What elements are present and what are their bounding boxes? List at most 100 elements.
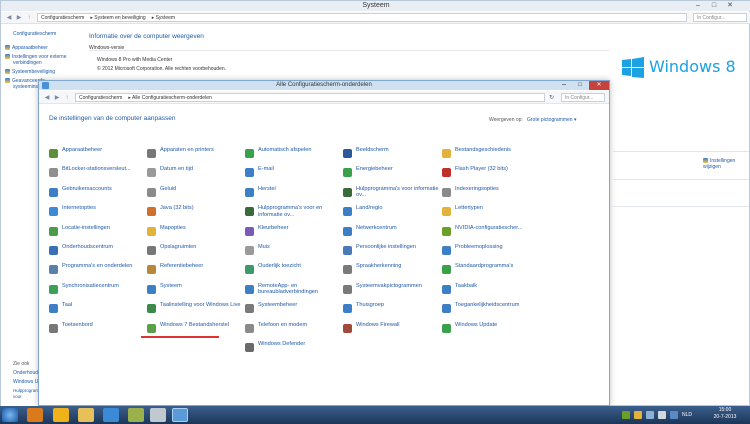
cp-item[interactable]: Apparaatbeheer — [49, 147, 145, 161]
cp-item[interactable]: Locatie-instellingen — [49, 225, 145, 239]
close-button[interactable]: ✕ — [723, 1, 737, 10]
search-input[interactable]: In Configur... — [693, 13, 747, 22]
control-panel-taskbar-icon[interactable] — [172, 408, 188, 422]
maximize-button[interactable]: □ — [707, 1, 721, 10]
cp-item[interactable]: Synchronisatiecentrum — [49, 283, 145, 297]
back-arrow-icon[interactable]: ◀ — [43, 94, 51, 102]
cp-item[interactable]: Windows Update — [442, 322, 538, 336]
cp-item[interactable]: Apparaten en printers — [147, 147, 243, 161]
cp-item[interactable]: E-mail — [245, 166, 341, 180]
cp-item[interactable]: Muis — [245, 244, 341, 258]
cp-item[interactable]: Lettertypen — [442, 205, 538, 219]
cp-item[interactable]: Taakbalk — [442, 283, 538, 297]
cp-item[interactable]: Persoonlijke instellingen — [343, 244, 439, 258]
sidebar-home-link[interactable]: Configuratiescherm — [13, 31, 56, 37]
back-arrow-icon[interactable]: ◀ — [5, 14, 13, 22]
cp-item[interactable]: Telefoon en modem — [245, 322, 341, 336]
cp-item[interactable]: Beeldscherm — [343, 147, 439, 161]
file-explorer-icon[interactable] — [53, 408, 69, 422]
app-icon[interactable] — [128, 408, 144, 422]
app-icon[interactable] — [103, 408, 119, 422]
volume-tray-icon[interactable] — [658, 411, 666, 419]
folder-options-icon — [147, 226, 156, 236]
cp-item[interactable]: BitLocker-stationsversleut... — [49, 166, 145, 180]
up-arrow-icon[interactable]: ↑ — [25, 14, 33, 22]
cp-item[interactable]: Gebruikersaccounts — [49, 186, 145, 200]
start-button-icon[interactable] — [2, 408, 18, 422]
cp-item[interactable]: Hulpprogramma's voor informatie ov... — [343, 186, 439, 200]
nvidia-tray-icon[interactable] — [622, 411, 630, 419]
cp-item[interactable]: NVIDIA-configuratiescher... — [442, 225, 538, 239]
parental-controls-icon — [245, 265, 254, 275]
breadcrumb-item[interactable]: Configuratiescherm — [41, 15, 84, 21]
see-also-performance[interactable]: Hulpprogramma's voor prestatie-informati… — [13, 388, 39, 400]
cp-item[interactable]: Mapopties — [147, 225, 243, 239]
cp-item[interactable]: Flash Player (32 bits) — [442, 166, 538, 180]
sidebar-item-system-protection[interactable]: Systeembeveiliging — [5, 69, 55, 75]
cp-item[interactable]: Probleemoplossing — [442, 244, 538, 258]
tray-icon[interactable] — [670, 411, 678, 419]
cp-item[interactable]: Taal — [49, 302, 145, 316]
cp-item[interactable]: Bestandsgeschiedenis — [442, 147, 538, 161]
cp-item[interactable]: Energiebeheer — [343, 166, 439, 180]
network-tray-icon[interactable] — [646, 411, 654, 419]
cp-item[interactable]: Windows Defender — [245, 341, 341, 355]
cp-item[interactable]: Hulpprogramma's voor en informatie ov... — [245, 205, 341, 219]
cp-item[interactable]: Windows Firewall — [343, 322, 439, 336]
cp-item[interactable]: Referentiebeheer — [147, 263, 243, 277]
breadcrumb-item[interactable]: Alle Configuratiescherm-onderdelen — [132, 95, 212, 101]
cp-item[interactable]: Geluid — [147, 186, 243, 200]
cp-item-label: Windows Firewall — [356, 321, 400, 328]
minimize-button[interactable]: – — [557, 81, 571, 90]
cp-item[interactable]: Ouderlijk toezicht — [245, 263, 341, 277]
cp-item[interactable]: Spraakherkenning — [343, 263, 439, 277]
tray-icon[interactable] — [634, 411, 642, 419]
app-icon[interactable] — [150, 408, 166, 422]
clock[interactable]: 15:00 20-7-2013 — [702, 407, 748, 423]
breadcrumb[interactable]: Configuratiescherm ▸ Alle Configuratiesch… — [75, 93, 545, 102]
breadcrumb-item[interactable]: Configuratiescherm — [79, 95, 122, 101]
cp-item[interactable]: Java (32 bits) — [147, 205, 243, 219]
cp-item[interactable]: Systeemvakpictogrammen — [343, 283, 439, 297]
cp-item[interactable]: Land/regio — [343, 205, 439, 219]
minimize-button[interactable]: – — [691, 1, 705, 10]
cp-item[interactable]: Automatisch afspelen — [245, 147, 341, 161]
cp-item[interactable]: Opslagruimten — [147, 244, 243, 258]
cp-item[interactable]: Systeem — [147, 283, 243, 297]
cp-item[interactable]: Herstel — [245, 186, 341, 200]
search-input[interactable]: In Configur... — [561, 93, 605, 102]
cp-item[interactable]: Onderhoudscentrum — [49, 244, 145, 258]
breadcrumb-item[interactable]: Systeem en beveiliging — [94, 15, 145, 21]
cp-item[interactable]: RemoteApp- en bureaubladverbindingen — [245, 283, 341, 297]
maximize-button[interactable]: □ — [573, 81, 587, 90]
sidebar-item-device-manager[interactable]: Apparaatbeheer — [5, 45, 48, 51]
breadcrumb-item[interactable]: Systeem — [156, 15, 175, 21]
view-by-dropdown[interactable]: Grote pictogrammen ▾ — [527, 117, 576, 123]
cp-item[interactable]: Datum en tijd — [147, 166, 243, 180]
cp-item[interactable]: Programma's en onderdelen — [49, 263, 145, 277]
breadcrumb[interactable]: Configuratiescherm ▸ Systeem en beveiligi… — [37, 13, 687, 22]
cp-item[interactable]: Systeembeheer — [245, 302, 341, 316]
cp-item[interactable]: Toetsenbord — [49, 322, 145, 336]
forward-arrow-icon[interactable]: ▶ — [15, 14, 23, 22]
see-also-windows-update[interactable]: Windows Upd... — [13, 379, 39, 385]
media-player-icon[interactable] — [27, 408, 43, 422]
language-indicator[interactable]: NLD — [682, 412, 692, 418]
cp-item[interactable]: Standaardprogramma's — [442, 263, 538, 277]
up-arrow-icon[interactable]: ↑ — [63, 94, 71, 102]
cp-item[interactable]: Windows 7 Bestandsherstel — [147, 322, 243, 336]
cp-item[interactable]: Indexeringsopties — [442, 186, 538, 200]
cp-item[interactable]: Thuisgroep — [343, 302, 439, 316]
refresh-icon[interactable]: ↻ — [549, 94, 557, 102]
forward-arrow-icon[interactable]: ▶ — [53, 94, 61, 102]
see-also-action-center[interactable]: Onderhoudsc... — [13, 370, 39, 376]
folder-icon[interactable] — [78, 408, 94, 422]
cp-item[interactable]: Toegankelijkheidscentrum — [442, 302, 538, 316]
cp-item[interactable]: Kleurbeheer — [245, 225, 341, 239]
cp-item[interactable]: Taalinstelling voor Windows Live — [147, 302, 243, 316]
change-settings-link[interactable]: Instellingen wijzigen — [703, 158, 743, 170]
sidebar-item-remote-settings[interactable]: Instellingen voor externe verbindingen — [5, 54, 75, 66]
cp-item[interactable]: Netwerkcentrum — [343, 225, 439, 239]
close-button[interactable]: ✕ — [589, 81, 609, 90]
cp-item[interactable]: Internetopties — [49, 205, 145, 219]
